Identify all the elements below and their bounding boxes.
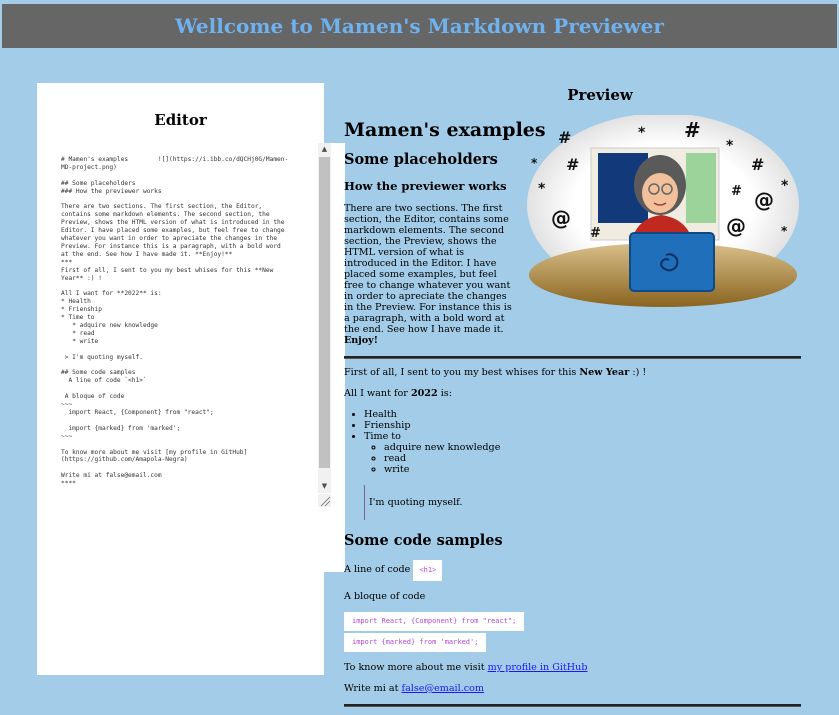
blockquote: I'm quoting myself.: [364, 485, 801, 520]
svg-text:#: #: [731, 184, 742, 199]
editor-panel: Editor # Mamen's examples ![](https://i.…: [37, 83, 345, 675]
greeting-paragraph: First of all, I sent to you my best whis…: [344, 367, 801, 378]
svg-text:@: @: [551, 206, 571, 230]
intro-paragraph: There are two sections. The first sectio…: [344, 203, 516, 346]
editor-scrollbar[interactable]: ▲ ▼: [318, 143, 331, 493]
quote-text: I'm quoting myself.: [369, 497, 463, 508]
editor-textarea[interactable]: # Mamen's examples ![](https://i.ibb.co/…: [61, 143, 345, 572]
app-title: Wellcome to Mamen's Markdown Previewer: [175, 14, 664, 38]
svg-text:@: @: [754, 188, 774, 212]
greeting-text: First of all, I sent to you my best whis…: [344, 367, 577, 378]
sub-list-item: adquire new knowledge: [384, 442, 801, 453]
intro-bold: Enjoy!: [344, 335, 378, 346]
want-text: All I want for: [344, 388, 408, 399]
code-block-label: A bloque of code: [344, 591, 426, 602]
want-bold: 2022: [410, 388, 438, 399]
divider: [344, 704, 801, 707]
code-line-label: A line of code: [344, 564, 411, 575]
github-link[interactable]: my profile in GitHub: [488, 662, 588, 673]
svg-text:*: *: [781, 178, 789, 194]
want-end: is:: [440, 388, 452, 399]
svg-text:*: *: [538, 181, 546, 197]
greeting-bold: New Year: [579, 367, 630, 378]
svg-text:*: *: [531, 156, 538, 170]
email-link[interactable]: false@email.com: [402, 683, 484, 694]
svg-text:#: #: [558, 128, 571, 147]
svg-text:*: *: [781, 224, 788, 238]
resize-grip-icon[interactable]: [318, 494, 331, 507]
wish-list: Health Frienship Time to adquire new kno…: [344, 409, 801, 475]
sub-list-item: read: [384, 453, 801, 464]
svg-text:*: *: [638, 125, 646, 141]
code-heading: Some code samples: [344, 532, 503, 549]
svg-text:*: *: [726, 138, 734, 154]
svg-text:#: #: [684, 118, 701, 142]
greeting-end: :) !: [632, 367, 647, 378]
editor-title: Editor: [154, 111, 207, 129]
app-header: Wellcome to Mamen's Markdown Previewer: [2, 4, 837, 48]
want-paragraph: All I want for 2022 is:: [344, 388, 801, 399]
email-text: Write mi at: [344, 683, 399, 694]
list-item-label: Time to: [364, 431, 401, 442]
scroll-thumb[interactable]: [319, 157, 330, 468]
scroll-up-arrow-icon[interactable]: ▲: [318, 143, 331, 156]
github-paragraph: To know more about me visit my profile i…: [344, 662, 801, 673]
email-paragraph: Write mi at false@email.com: [344, 683, 801, 694]
code-block: import React, {Component} from "react"; …: [344, 612, 801, 654]
svg-text:#: #: [590, 226, 601, 241]
preview-panel: # * # * @ # * # * # # @ * @ * Mamen's ex…: [344, 115, 801, 715]
svg-text:#: #: [751, 155, 764, 174]
preview-title: Preview: [567, 86, 633, 104]
svg-text:#: #: [566, 155, 579, 174]
editor-text[interactable]: # Mamen's examples ![](https://i.ibb.co/…: [61, 156, 291, 566]
list-item: Time to adquire new knowledge read write: [364, 431, 801, 475]
scroll-down-arrow-icon[interactable]: ▼: [318, 480, 331, 493]
list-item: Health: [364, 409, 801, 420]
developer-illustration: # * # * @ # * # * # # @ * @ *: [527, 115, 799, 307]
inline-code: <h1>: [413, 560, 443, 581]
intro-text: There are two sections. The first sectio…: [344, 203, 512, 335]
list-item: Frienship: [364, 420, 801, 431]
code-line-paragraph: A line of code <h1>: [344, 560, 801, 581]
github-text: To know more about me visit: [344, 662, 485, 673]
code-line: import React, {Component} from "react";: [344, 612, 525, 631]
sub-list-item: write: [384, 464, 801, 475]
code-line: import {marked} from 'marked';: [344, 633, 487, 652]
sub-list: adquire new knowledge read write: [364, 442, 801, 475]
divider: [344, 356, 801, 359]
svg-text:@: @: [726, 214, 746, 238]
